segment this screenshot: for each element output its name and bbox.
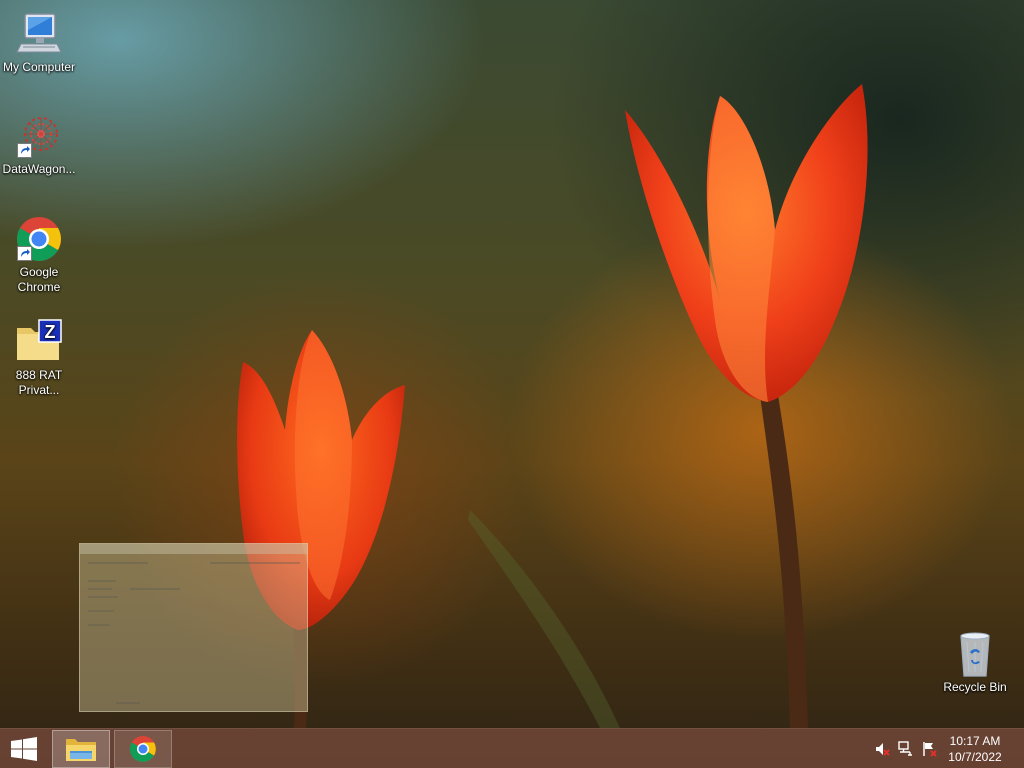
chrome-icon xyxy=(15,215,63,263)
taskbar-google-chrome[interactable] xyxy=(114,730,172,768)
desktop-icon-datawagon[interactable]: DataWagon... xyxy=(1,112,77,177)
volume-muted-icon[interactable] xyxy=(874,741,890,757)
svg-text:Z: Z xyxy=(45,322,56,342)
network-icon[interactable] xyxy=(898,741,914,757)
chrome-icon xyxy=(129,736,156,762)
datawagon-icon xyxy=(15,112,63,160)
desktop-icon-label: My Computer xyxy=(2,60,76,74)
start-button[interactable] xyxy=(0,729,48,768)
clock-date: 10/7/2022 xyxy=(948,750,1002,764)
desktop-icon-recycle-bin[interactable]: Recycle Bin xyxy=(937,630,1013,695)
minimizing-window-ghost xyxy=(79,543,308,712)
desktop-icon-888-rat[interactable]: Z 888 RAT Privat... xyxy=(1,318,77,398)
action-center-flag-icon[interactable] xyxy=(922,741,938,757)
taskbar-clock[interactable]: 10:17 AM 10/7/2022 xyxy=(944,733,1006,765)
computer-icon xyxy=(15,10,63,58)
shortcut-arrow-icon xyxy=(17,143,32,158)
windows-logo-icon xyxy=(11,737,37,761)
ghost-window-titlebar xyxy=(80,544,307,554)
desktop-icon-label: Recycle Bin xyxy=(943,680,1007,694)
desktop-icon-label: 888 RAT Privat... xyxy=(15,368,63,397)
desktop-icon-my-computer[interactable]: My Computer xyxy=(1,10,77,75)
desktop-icon-label: Google Chrome xyxy=(17,265,61,294)
desktop[interactable]: My Computer DataWagon... Google Chrome Z… xyxy=(0,0,1024,768)
clock-time: 10:17 AM xyxy=(949,734,1001,748)
taskbar: 10:17 AM 10/7/2022 xyxy=(0,728,1024,768)
shortcut-arrow-icon xyxy=(17,246,32,261)
system-tray: 10:17 AM 10/7/2022 xyxy=(860,729,1024,768)
zip-folder-icon: Z xyxy=(15,318,63,366)
taskbar-file-explorer[interactable] xyxy=(52,730,110,768)
desktop-icon-label: DataWagon... xyxy=(2,162,76,176)
folder-icon xyxy=(66,739,96,761)
recycle-bin-icon xyxy=(951,630,999,678)
desktop-icon-google-chrome[interactable]: Google Chrome xyxy=(1,215,77,295)
